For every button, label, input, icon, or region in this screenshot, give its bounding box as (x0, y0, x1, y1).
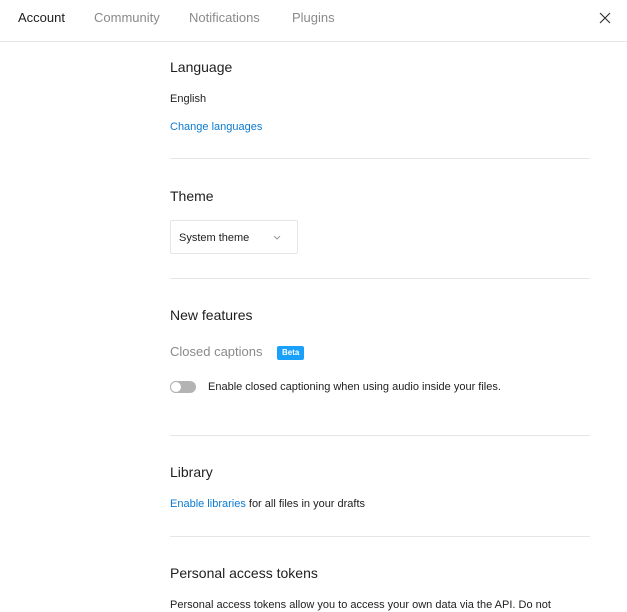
divider (170, 158, 590, 159)
language-title: Language (170, 59, 233, 75)
tab-plugins[interactable]: Plugins (292, 10, 335, 26)
library-description: Enable libraries for all files in your d… (170, 497, 365, 511)
theme-title: Theme (170, 188, 214, 204)
tab-community[interactable]: Community (94, 10, 160, 26)
closed-captions-label: Closed captions (170, 344, 263, 359)
closed-captions-toggle[interactable] (170, 381, 196, 393)
current-language: English (170, 93, 207, 105)
new-features-title: New features (170, 307, 253, 323)
change-languages-link[interactable]: Change languages (170, 120, 262, 134)
divider (170, 435, 590, 436)
enable-libraries-link[interactable]: Enable libraries (170, 498, 246, 510)
tokens-title: Personal access tokens (170, 565, 318, 581)
divider (170, 278, 590, 279)
theme-select[interactable]: System theme (170, 220, 298, 254)
toggle-knob (170, 381, 182, 393)
divider (170, 536, 590, 537)
tab-notifications[interactable]: Notifications (189, 10, 260, 26)
close-icon (599, 12, 611, 24)
theme-select-value: System theme (179, 232, 250, 244)
chevron-down-icon (273, 235, 281, 240)
close-button[interactable] (597, 10, 613, 26)
beta-badge: Beta (277, 346, 305, 360)
closed-captions-description: Enable closed captioning when using audi… (208, 381, 501, 393)
library-text: for all files in your drafts (245, 498, 366, 510)
settings-header: Account Community Notifications Plugins (0, 0, 627, 42)
tokens-description: Personal access tokens allow you to acce… (170, 599, 551, 611)
tab-account[interactable]: Account (18, 10, 65, 26)
library-title: Library (170, 464, 213, 480)
